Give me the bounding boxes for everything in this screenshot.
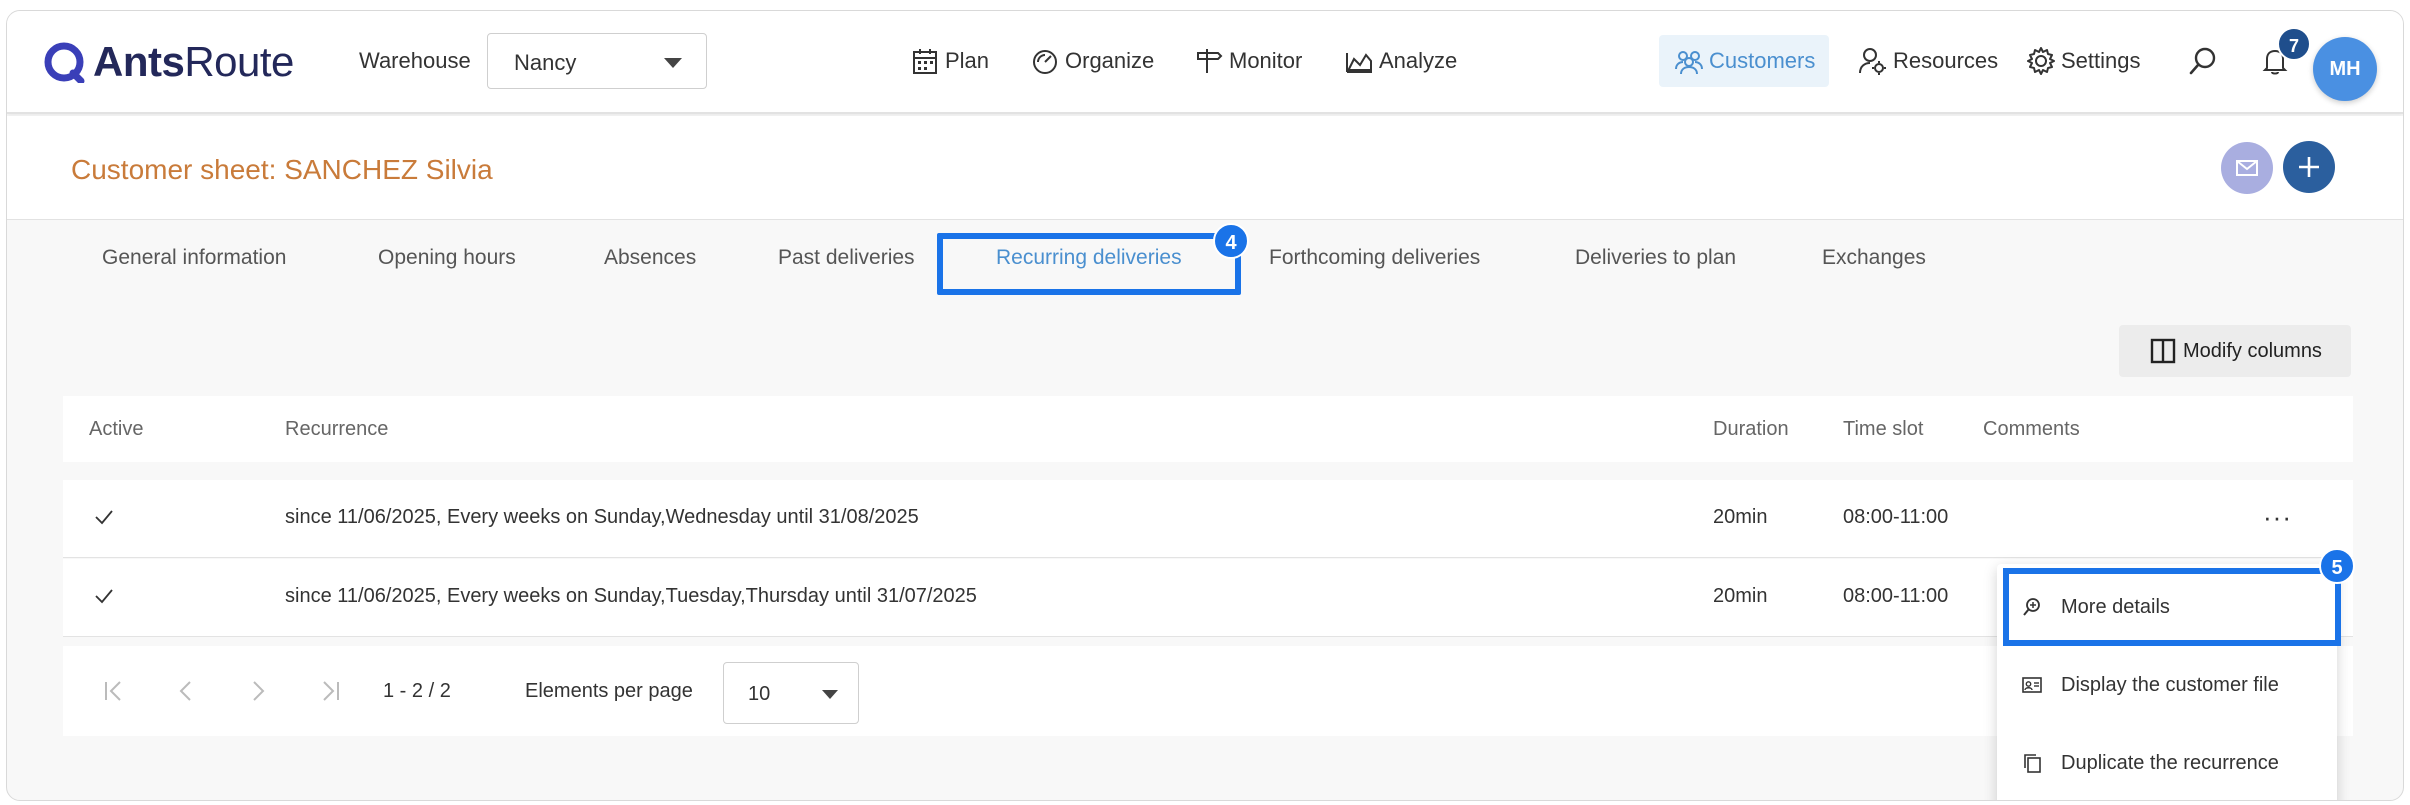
modify-columns-label: Modify columns [2183, 339, 2322, 362]
logo-mark-icon [44, 42, 85, 83]
previous-page-icon[interactable] [173, 678, 199, 704]
menu-item-label: Duplicate the recurrence [2061, 751, 2279, 774]
menu-item-display-customer-file[interactable]: Display the customer file [1997, 646, 2337, 724]
tab-opening-hours[interactable]: Opening hours [378, 246, 516, 270]
modify-columns-button[interactable]: Modify columns [2119, 325, 2351, 377]
gear-icon [2027, 47, 2055, 75]
column-header-comments[interactable]: Comments [1983, 418, 2080, 441]
nav-customers-label: Customers [1709, 48, 1816, 73]
nav-monitor-label: Monitor [1229, 48, 1303, 73]
nav-resources-label: Resources [1893, 48, 1999, 73]
warehouse-label: Warehouse [359, 48, 471, 73]
recurrence-cell: since 11/06/2025, Every weeks on Sunday,… [285, 506, 919, 528]
step-marker-5: 5 [2319, 548, 2355, 584]
search-icon [2189, 47, 2216, 75]
logo-text: AntsRoute [93, 38, 294, 85]
nav-plan-label: Plan [945, 48, 990, 73]
menu-item-duplicate-recurrence[interactable]: Duplicate the recurrence [1997, 724, 2337, 800]
area-chart-icon [1346, 53, 1372, 73]
nav-monitor[interactable]: Monitor [1193, 41, 1302, 81]
step-marker-4: 4 [1213, 223, 1249, 259]
chevron-down-icon [664, 58, 682, 68]
nav-organize[interactable]: Organize [1029, 41, 1154, 81]
tab-absences[interactable]: Absences [604, 246, 696, 270]
menu-highlight-box [2003, 568, 2341, 646]
first-page-icon[interactable] [101, 678, 127, 704]
plus-icon [2299, 157, 2319, 177]
recurrence-cell: since 11/06/2025, Every weeks on Sunday,… [285, 585, 977, 607]
users-icon [1675, 51, 1703, 75]
columns-icon [2150, 338, 2176, 364]
check-icon [95, 510, 113, 525]
nav-plan[interactable]: Plan [909, 41, 989, 81]
table-row[interactable]: since 11/06/2025, Every weeks on Sunday,… [63, 480, 2353, 558]
column-header-active[interactable]: Active [89, 418, 143, 441]
calendar-icon [913, 49, 937, 74]
warehouse-select[interactable]: Nancy [487, 33, 707, 89]
warehouse-select-value: Nancy [514, 50, 577, 75]
next-page-icon[interactable] [245, 678, 271, 704]
tab-general-information[interactable]: General information [102, 246, 286, 270]
elements-per-page-label: Elements per page [525, 680, 693, 702]
menu-item-label: Display the customer file [2061, 673, 2279, 696]
tab-highlight-box [937, 233, 1241, 295]
nav-customers[interactable]: Customers [1659, 35, 1830, 87]
column-header-recurrence[interactable]: Recurrence [285, 418, 388, 441]
tab-forthcoming-deliveries[interactable]: Forthcoming deliveries [1269, 246, 1480, 270]
nav-analyze[interactable]: Analyze [1343, 41, 1457, 81]
table-header: Active Recurrence Duration Time slot Com… [63, 396, 2353, 462]
page-range: 1 - 2 / 2 [383, 680, 451, 702]
mail-icon [2236, 160, 2258, 176]
id-card-icon [2022, 677, 2042, 693]
app-window: AntsRoute Warehouse Nancy Plan Organize … [6, 10, 2404, 801]
nav-settings-label: Settings [2061, 48, 2141, 73]
notification-count-badge: 7 [2277, 27, 2311, 61]
antsroute-logo[interactable]: AntsRoute [43, 37, 294, 87]
copy-icon [2024, 754, 2041, 773]
elements-per-page-value: 10 [748, 683, 771, 705]
send-email-button[interactable] [2221, 142, 2273, 194]
gauge-icon [1033, 50, 1057, 74]
check-icon [95, 589, 113, 604]
nav-analyze-label: Analyze [1379, 48, 1458, 73]
sheet-header: Customer sheet: SANCHEZ Silvia [7, 116, 2403, 220]
last-page-icon[interactable] [317, 678, 343, 704]
nav-resources[interactable]: Resources [1857, 41, 1998, 81]
signpost-icon [1197, 49, 1223, 73]
search-button[interactable] [2187, 41, 2223, 81]
tab-past-deliveries[interactable]: Past deliveries [778, 246, 915, 270]
time-slot-cell: 08:00-11:00 [1843, 506, 1949, 528]
user-gear-icon [1859, 48, 1886, 75]
add-button[interactable] [2283, 141, 2335, 193]
column-header-duration[interactable]: Duration [1713, 418, 1789, 441]
nav-settings[interactable]: Settings [2025, 41, 2141, 81]
time-slot-cell: 08:00-11:00 [1843, 585, 1949, 607]
nav-organize-label: Organize [1065, 48, 1155, 73]
chevron-down-icon [822, 690, 838, 699]
elements-per-page-select[interactable]: 10 [723, 662, 859, 724]
tab-exchanges[interactable]: Exchanges [1822, 246, 1926, 270]
duration-cell: 20min [1713, 585, 1768, 607]
tab-deliveries-to-plan[interactable]: Deliveries to plan [1575, 246, 1736, 270]
user-avatar[interactable]: MH [2313, 37, 2377, 101]
row-actions-icon[interactable]: ··· [2263, 502, 2292, 533]
top-navbar: AntsRoute Warehouse Nancy Plan Organize … [7, 11, 2403, 114]
column-header-time-slot[interactable]: Time slot [1843, 418, 1923, 441]
duration-cell: 20min [1713, 506, 1768, 528]
page-title: Customer sheet: SANCHEZ Silvia [71, 154, 493, 185]
